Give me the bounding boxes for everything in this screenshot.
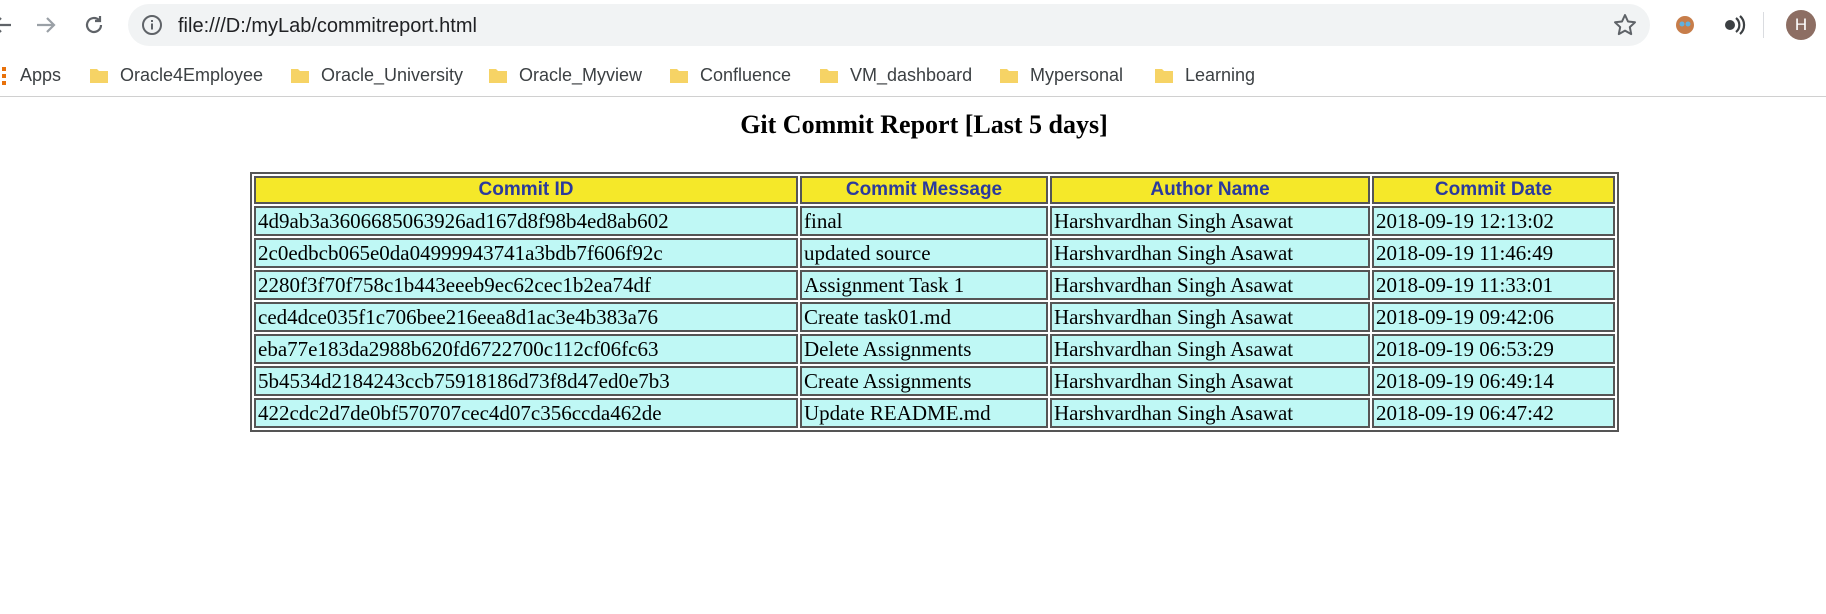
author-name-cell: Harshvardhan Singh Asawat: [1050, 206, 1370, 236]
bookmark-apps-label: Apps: [20, 64, 62, 85]
bookmark-label: Mypersonal: [1030, 64, 1124, 85]
commit-id-cell: 2280f3f70f758c1b443eeeb9ec62cec1b2ea74df: [254, 270, 798, 300]
commit-id-cell: eba77e183da2988b620fd6722700c112cf06fc63: [254, 334, 798, 364]
bookmark-label: Oracle_Myview: [519, 64, 643, 85]
table-row: 2280f3f70f758c1b443eeeb9ec62cec1b2ea74df…: [254, 270, 1615, 300]
extension-icon[interactable]: [1672, 12, 1698, 38]
bookmark-label: VM_dashboard: [850, 64, 973, 85]
author-name-cell: Harshvardhan Singh Asawat: [1050, 366, 1370, 396]
table-row: ced4dce035f1c706bee216eea8d1ac3e4b383a76…: [254, 302, 1615, 332]
forward-arrow-icon: [37, 17, 56, 33]
apps-grid-icon[interactable]: [2, 67, 8, 85]
forward-button[interactable]: [30, 9, 62, 41]
table-row: 4d9ab3a3606685063926ad167d8f98b4ed8ab602…: [254, 206, 1615, 236]
bookmarks-bar: Apps Oracle4Employee Oracle_University O…: [0, 52, 1826, 97]
header-commit-id: Commit ID: [254, 176, 798, 204]
commit-id-cell: 5b4534d2184243ccb75918186d73f8d47ed0e7b3: [254, 366, 798, 396]
table-row: 2c0edbcb065e0da04999943741a3bdb7f606f92c…: [254, 238, 1615, 268]
header-commit-date: Commit Date: [1372, 176, 1615, 204]
commit-message-cell: Create task01.md: [800, 302, 1048, 332]
bookmark-label: Confluence: [700, 64, 792, 85]
reload-icon: [85, 16, 103, 34]
commit-id-cell: 4d9ab3a3606685063926ad167d8f98b4ed8ab602: [254, 206, 798, 236]
bookmark-oracle-university[interactable]: Oracle_University: [291, 63, 463, 87]
back-arrow-icon: [0, 17, 11, 33]
table-row: 5b4534d2184243ccb75918186d73f8d47ed0e7b3…: [254, 366, 1615, 396]
address-bar[interactable]: file:///D:/myLab/commitreport.html: [128, 4, 1650, 46]
commit-date-cell: 2018-09-19 12:13:02: [1372, 206, 1615, 236]
author-name-cell: Harshvardhan Singh Asawat: [1050, 270, 1370, 300]
author-name-cell: Harshvardhan Singh Asawat: [1050, 334, 1370, 364]
bookmark-learning[interactable]: Learning: [1155, 63, 1255, 87]
commit-date-cell: 2018-09-19 11:46:49: [1372, 238, 1615, 268]
commit-message-cell: final: [800, 206, 1048, 236]
page-title: Git Commit Report [Last 5 days]: [740, 110, 1108, 139]
commit-date-cell: 2018-09-19 06:49:14: [1372, 366, 1615, 396]
folder-icon: [489, 69, 507, 83]
folder-icon: [1000, 69, 1018, 83]
commit-id-cell: 422cdc2d7de0bf570707cec4d07c356ccda462de: [254, 398, 798, 428]
commit-message-cell: Delete Assignments: [800, 334, 1048, 364]
folder-icon: [90, 69, 108, 83]
folder-icon: [1155, 69, 1173, 83]
profile-avatar[interactable]: H: [1786, 10, 1816, 40]
commit-message-cell: updated source: [800, 238, 1048, 268]
url-text[interactable]: file:///D:/myLab/commitreport.html: [178, 15, 477, 38]
bookmark-oracle4employee[interactable]: Oracle4Employee: [90, 63, 263, 87]
reload-button[interactable]: [78, 9, 110, 41]
back-button[interactable]: [0, 9, 18, 41]
commit-id-cell: ced4dce035f1c706bee216eea8d1ac3e4b383a76: [254, 302, 798, 332]
commit-message-cell: Assignment Task 1: [800, 270, 1048, 300]
bookmark-label: Oracle4Employee: [120, 64, 264, 85]
bookmark-label: Oracle_University: [321, 64, 464, 85]
commit-report-table: Commit ID Commit Message Author Name Com…: [250, 172, 1619, 432]
header-commit-message: Commit Message: [800, 176, 1048, 204]
info-icon[interactable]: [140, 13, 164, 37]
folder-icon: [670, 69, 688, 83]
bookmark-label: Learning: [1185, 64, 1256, 85]
commit-date-cell: 2018-09-19 11:33:01: [1372, 270, 1615, 300]
commit-date-cell: 2018-09-19 09:42:06: [1372, 302, 1615, 332]
commit-date-cell: 2018-09-19 06:47:42: [1372, 398, 1615, 428]
commit-message-cell: Update README.md: [800, 398, 1048, 428]
browser-toolbar: file:///D:/myLab/commitreport.html H: [0, 0, 1826, 50]
author-name-cell: Harshvardhan Singh Asawat: [1050, 238, 1370, 268]
author-name-cell: Harshvardhan Singh Asawat: [1050, 398, 1370, 428]
author-name-cell: Harshvardhan Singh Asawat: [1050, 302, 1370, 332]
bookmark-mypersonal[interactable]: Mypersonal: [1000, 63, 1123, 87]
cast-audio-icon[interactable]: [1722, 12, 1748, 38]
folder-icon: [291, 69, 309, 83]
commit-date-cell: 2018-09-19 06:53:29: [1372, 334, 1615, 364]
bookmark-star-icon[interactable]: [1612, 12, 1638, 38]
commit-id-cell: 2c0edbcb065e0da04999943741a3bdb7f606f92c: [254, 238, 798, 268]
folder-icon: [820, 69, 838, 83]
bookmark-vm-dashboard[interactable]: VM_dashboard: [820, 63, 972, 87]
bookmark-oracle-myview[interactable]: Oracle_Myview: [489, 63, 642, 87]
commit-message-cell: Create Assignments: [800, 366, 1048, 396]
bookmark-confluence[interactable]: Confluence: [670, 63, 791, 87]
toolbar-separator: [1763, 12, 1764, 38]
table-header-row: Commit ID Commit Message Author Name Com…: [254, 176, 1615, 204]
header-author-name: Author Name: [1050, 176, 1370, 204]
bookmark-apps[interactable]: Apps: [20, 63, 61, 87]
table-row: 422cdc2d7de0bf570707cec4d07c356ccda462de…: [254, 398, 1615, 428]
table-row: eba77e183da2988b620fd6722700c112cf06fc63…: [254, 334, 1615, 364]
